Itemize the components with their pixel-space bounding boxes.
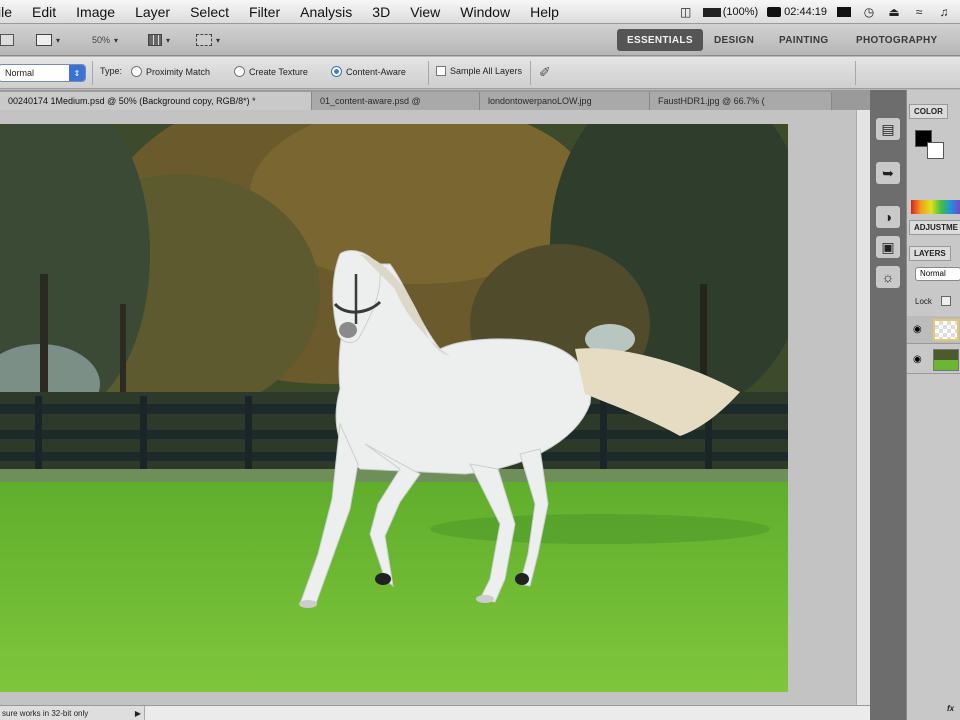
- battery-icon[interactable]: (100%): [702, 6, 759, 18]
- workspace-photography[interactable]: PHOTOGRAPHY: [846, 29, 947, 51]
- layer-row[interactable]: ◉: [907, 316, 960, 344]
- layer-row[interactable]: ◉: [907, 346, 960, 374]
- menu-file[interactable]: ile: [0, 4, 22, 20]
- radio-icon: [234, 66, 245, 77]
- layer-style-button[interactable]: fx: [947, 704, 954, 713]
- radio-icon: [131, 66, 142, 77]
- workspace-painting[interactable]: PAINTING: [769, 29, 838, 51]
- menu-help[interactable]: Help: [520, 4, 569, 20]
- adjustments-tab[interactable]: ADJUSTME: [909, 220, 960, 235]
- actions-panel-icon[interactable]: ➥: [876, 162, 900, 184]
- panel-dock-strip: ▤ ➥ ◑ ▣ ☼: [870, 90, 906, 720]
- eject-icon[interactable]: ⏏: [886, 5, 902, 19]
- chevron-down-icon: ⇕: [69, 65, 85, 81]
- sample-all-layers-checkbox[interactable]: Sample All Layers: [436, 66, 522, 76]
- background-color-swatch[interactable]: [927, 142, 944, 159]
- proximity-match-radio[interactable]: Proximity Match: [131, 66, 210, 77]
- divider: [855, 61, 856, 85]
- proximity-match-label: Proximity Match: [146, 66, 211, 77]
- styles-panel-icon[interactable]: ◑: [876, 206, 900, 228]
- create-texture-radio[interactable]: Create Texture: [234, 66, 308, 77]
- blend-mode-value: Normal: [5, 68, 35, 78]
- history-panel-icon[interactable]: ▤: [876, 118, 900, 140]
- battery-percent: (100%): [722, 6, 759, 18]
- document-image[interactable]: [0, 124, 788, 692]
- script-icon[interactable]: ◫: [678, 5, 694, 19]
- menu-filter[interactable]: Filter: [239, 4, 290, 20]
- masks-panel-icon[interactable]: ▣: [876, 236, 900, 258]
- vertical-scrollbar[interactable]: [856, 110, 870, 705]
- document-tab[interactable]: londontowerpanoLOW.jpg: [480, 92, 650, 110]
- menu-bar: ile Edit Image Layer Select Filter Analy…: [0, 0, 960, 24]
- horizontal-scrollbar[interactable]: [144, 706, 870, 720]
- horse-photo: [0, 124, 788, 692]
- content-aware-label: Content-Aware: [346, 66, 406, 77]
- eye-icon[interactable]: ◉: [913, 324, 922, 335]
- menu-layer[interactable]: Layer: [125, 4, 180, 20]
- time-machine-icon[interactable]: ◷: [861, 5, 877, 19]
- view-extras-button[interactable]: ▾: [36, 31, 60, 49]
- document-tab[interactable]: 01_content-aware.psd @: [312, 92, 480, 110]
- eye-icon[interactable]: ◉: [913, 354, 922, 365]
- color-tab[interactable]: COLOR: [909, 104, 948, 119]
- divider: [92, 61, 93, 85]
- status-menu-arrow-icon[interactable]: ▶: [132, 709, 144, 718]
- layers-tab[interactable]: LAYERS: [909, 246, 951, 261]
- status-text: sure works in 32-bit only: [2, 708, 89, 718]
- workspace-design[interactable]: DESIGN: [704, 29, 764, 51]
- right-panels: COLOR ADJUSTME LAYERS Normal Lock ◉ ◉ fx: [906, 90, 960, 720]
- wifi-icon[interactable]: ≈: [911, 5, 927, 19]
- color-ramp[interactable]: [911, 200, 960, 214]
- clock[interactable]: 02:44:19: [767, 6, 827, 18]
- blend-mode-select[interactable]: Normal ⇕: [0, 64, 86, 82]
- layer-thumbnail: [933, 319, 959, 341]
- zoom-level-menu[interactable]: 50% ▾: [92, 31, 118, 49]
- create-texture-label: Create Texture: [249, 66, 308, 77]
- volume-icon[interactable]: ♫: [936, 5, 952, 19]
- screen-mode-button[interactable]: ▾: [196, 31, 220, 49]
- layers-blend-mode-value: Normal: [920, 269, 946, 278]
- bridge-icon[interactable]: [0, 31, 14, 49]
- divider: [530, 61, 531, 85]
- checkbox-icon: [436, 66, 446, 76]
- arrange-documents-button[interactable]: ▾: [148, 31, 170, 49]
- options-bar: Normal ⇕ Type: Proximity Match Create Te…: [0, 57, 960, 89]
- zoom-level: 50%: [92, 35, 111, 45]
- document-tabs: 00240174 1Medium.psd @ 50% (Background c…: [0, 90, 870, 110]
- application-bar: ▾ 50% ▾ ▾ ▾ ESSENTIALS DESIGN PAINTING PH…: [0, 24, 960, 56]
- menu-3d[interactable]: 3D: [362, 4, 400, 20]
- menu-edit[interactable]: Edit: [22, 4, 66, 20]
- content-aware-radio[interactable]: Content-Aware: [331, 66, 406, 77]
- menu-analysis[interactable]: Analysis: [290, 4, 362, 20]
- menu-extras: ◫ (100%) 02:44:19 ◷ ⏏ ≈ ♫: [678, 0, 960, 24]
- pressure-brush-icon[interactable]: ✐: [539, 64, 551, 81]
- document-tab-active[interactable]: 00240174 1Medium.psd @ 50% (Background c…: [0, 92, 312, 110]
- lock-label: Lock: [915, 297, 932, 306]
- lock-transparent-icon[interactable]: [941, 296, 951, 306]
- clock-time: 02:44:19: [784, 6, 827, 18]
- layers-blend-mode-select[interactable]: Normal: [915, 267, 960, 281]
- type-label: Type:: [100, 66, 123, 76]
- menu-window[interactable]: Window: [450, 4, 520, 20]
- menu-select[interactable]: Select: [180, 4, 239, 20]
- layer-thumbnail: [933, 349, 959, 371]
- radio-selected-icon: [331, 66, 342, 77]
- workspace-essentials[interactable]: ESSENTIALS: [617, 29, 703, 51]
- document-tab[interactable]: FaustHDR1.jpg @ 66.7% (: [650, 92, 832, 110]
- menu-image[interactable]: Image: [66, 4, 125, 20]
- divider: [428, 61, 429, 85]
- display-icon[interactable]: [836, 5, 852, 19]
- status-bar: sure works in 32-bit only ▶: [0, 705, 870, 720]
- sample-all-layers-label: Sample All Layers: [450, 66, 523, 76]
- swatches-panel-icon[interactable]: ☼: [876, 266, 900, 288]
- menu-view[interactable]: View: [400, 4, 450, 20]
